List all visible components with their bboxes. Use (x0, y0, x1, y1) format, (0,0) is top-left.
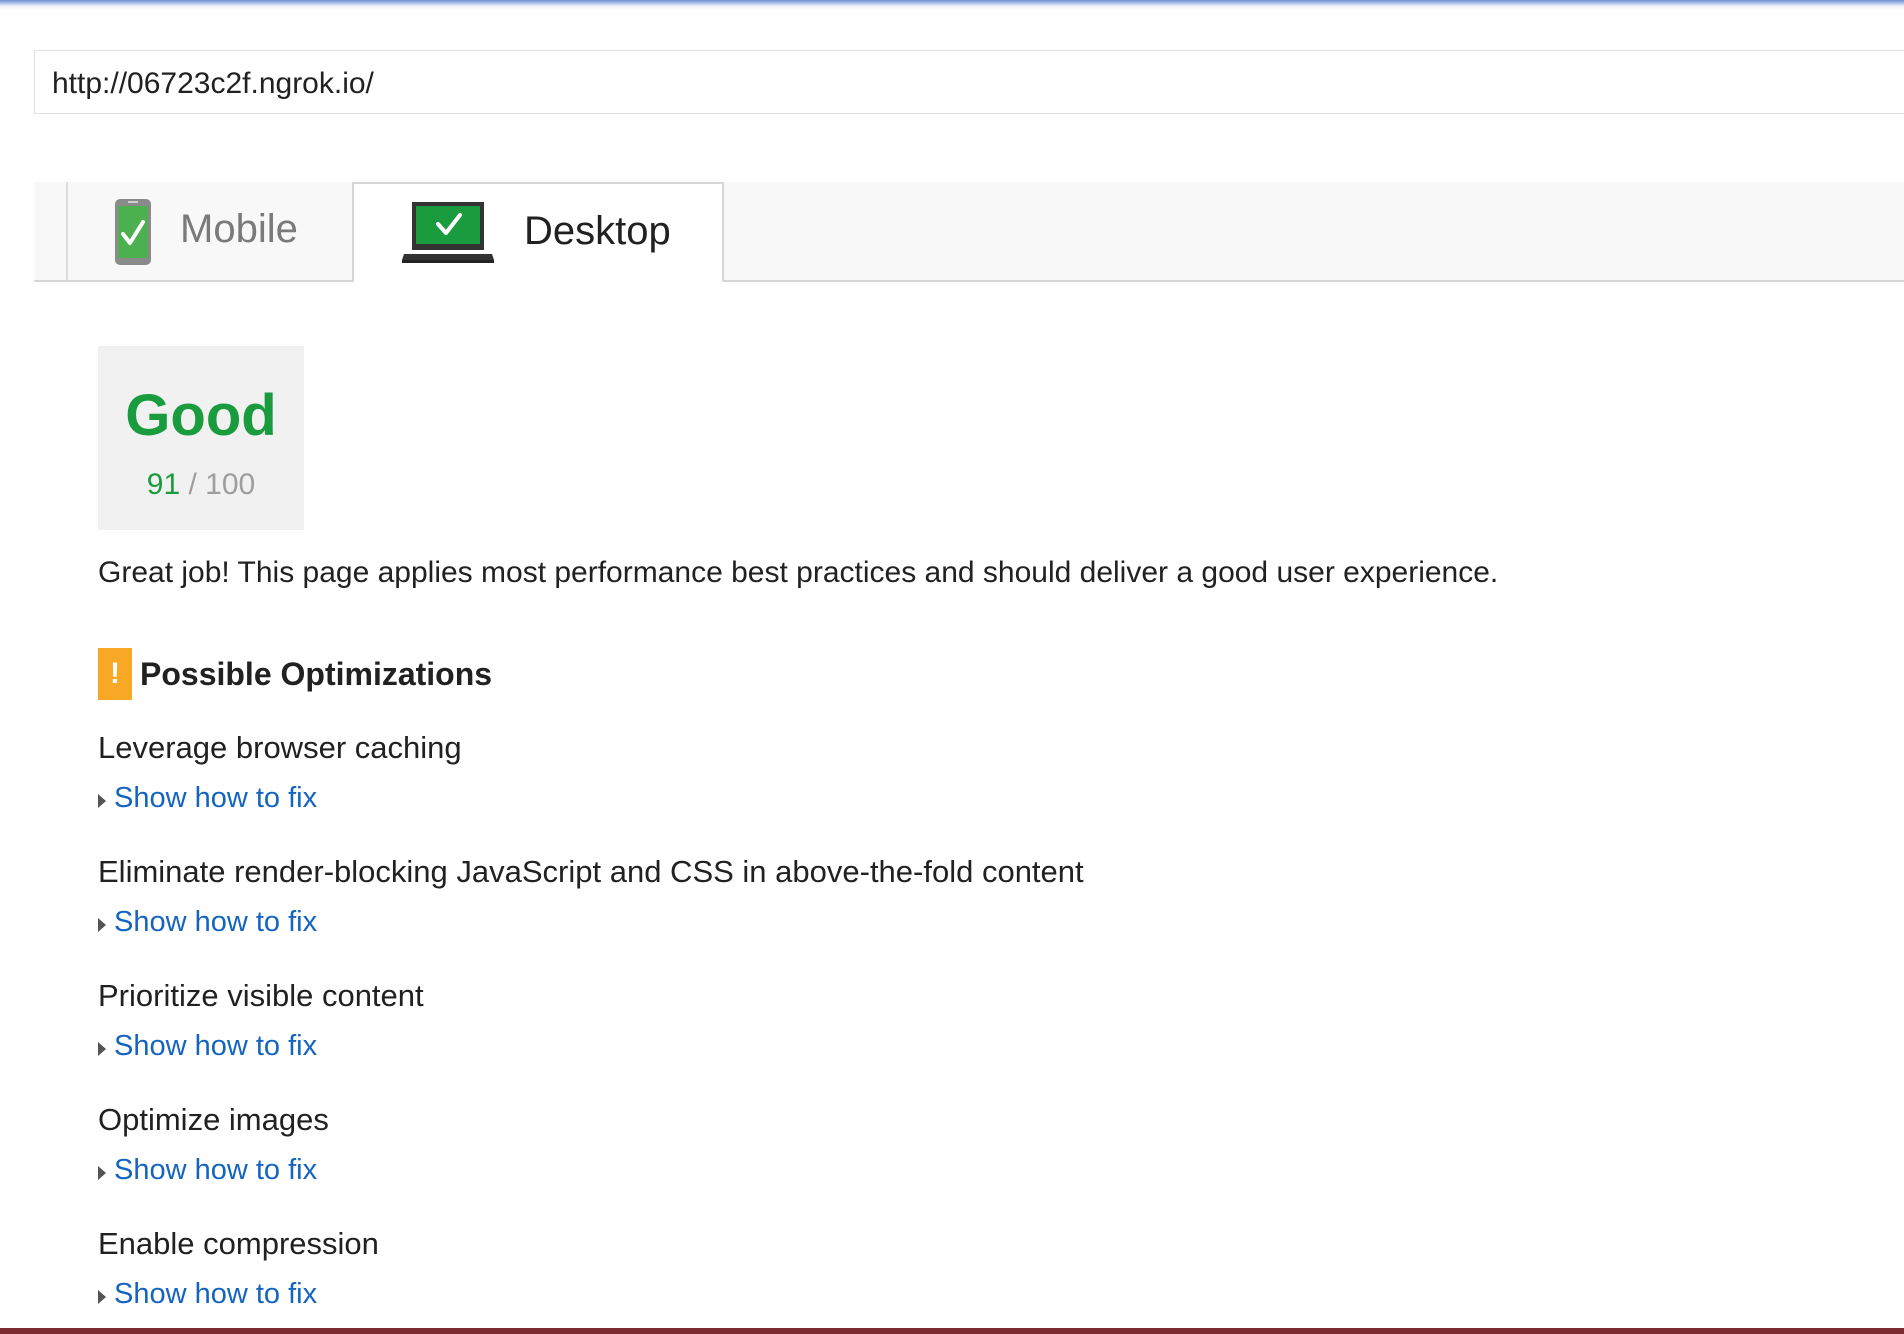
show-how-to-fix-link[interactable]: Show how to fix (98, 902, 317, 942)
browser-top-strip (0, 0, 1904, 10)
expand-arrow-icon (98, 793, 106, 808)
rule-item: Eliminate render-blocking JavaScript and… (98, 850, 1598, 938)
score-max: / 100 (188, 468, 256, 501)
url-text: http://06723c2f.ngrok.io/ (52, 67, 374, 100)
show-how-to-fix-text: Show how to fix (114, 782, 318, 814)
url-input[interactable]: http://06723c2f.ngrok.io/ (34, 50, 1904, 114)
show-how-to-fix-link[interactable]: Show how to fix (98, 1150, 317, 1190)
rule-title: Eliminate render-blocking JavaScript and… (98, 854, 1084, 889)
rule-title: Enable compression (98, 1226, 379, 1261)
summary-text: Great job! This page applies most perfor… (98, 556, 1499, 589)
tab-mobile-label: Mobile (180, 207, 298, 251)
score-value: 91 (146, 468, 181, 501)
show-how-to-fix-link[interactable]: Show how to fix (98, 778, 317, 818)
rule-item: Enable compression Show how to fix (98, 1222, 1598, 1310)
show-how-to-fix-text: Show how to fix (114, 1030, 318, 1062)
section-title: Possible Optimizations (140, 656, 493, 692)
bottom-border (0, 1328, 1904, 1334)
tab-mobile[interactable]: Mobile (66, 182, 352, 280)
device-tab-bar: Mobile Desktop (34, 182, 1904, 282)
rule-item: Prioritize visible content Show how to f… (98, 974, 1598, 1062)
expand-arrow-icon (98, 1289, 106, 1304)
expand-arrow-icon (98, 1165, 106, 1180)
show-how-to-fix-text: Show how to fix (114, 1278, 318, 1310)
rule-title: Prioritize visible content (98, 978, 424, 1013)
rule-item: Optimize images Show how to fix (98, 1098, 1598, 1186)
score-label: Good (125, 383, 277, 448)
show-how-to-fix-text: Show how to fix (114, 906, 318, 938)
laptop-check-icon (402, 202, 494, 263)
score-card: Good 91 / 100 (98, 346, 304, 530)
tab-desktop[interactable]: Desktop (352, 182, 724, 282)
score-number: 91 / 100 (98, 468, 304, 502)
tab-desktop-label: Desktop (524, 209, 671, 253)
expand-arrow-icon (98, 917, 106, 932)
show-how-to-fix-text: Show how to fix (114, 1154, 318, 1186)
rule-item: Leverage browser caching Show how to fix (98, 726, 1598, 814)
phone-check-icon (115, 199, 151, 265)
rule-title: Leverage browser caching (98, 730, 462, 765)
expand-arrow-icon (98, 1041, 106, 1056)
show-how-to-fix-link[interactable]: Show how to fix (98, 1274, 317, 1314)
rule-title: Optimize images (98, 1102, 329, 1137)
show-how-to-fix-link[interactable]: Show how to fix (98, 1026, 317, 1066)
warning-icon: ! (98, 648, 132, 700)
